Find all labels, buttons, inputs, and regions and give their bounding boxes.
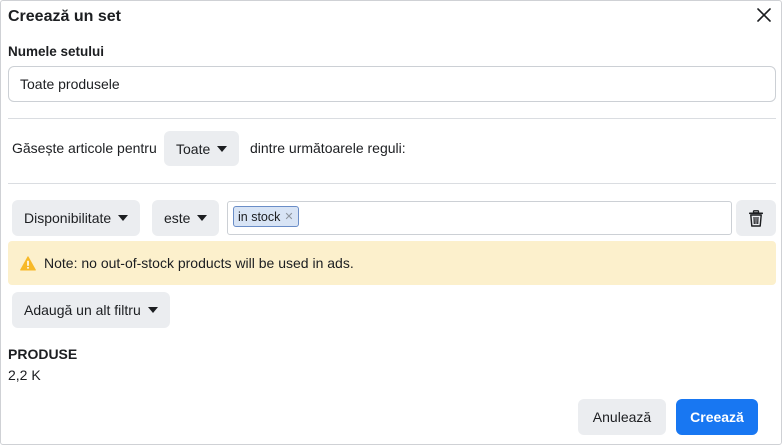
- filter-operator-dropdown[interactable]: este: [152, 200, 220, 236]
- create-set-dialog: Creează un set Numele setului Găsește ar…: [0, 0, 782, 445]
- products-count: 2,2 K: [8, 367, 41, 383]
- set-name-input[interactable]: [8, 66, 776, 102]
- filter-field-value: Disponibilitate: [24, 210, 112, 226]
- divider: [8, 118, 776, 119]
- set-name-label: Numele setului: [8, 44, 105, 59]
- tag-label: in stock: [238, 209, 281, 224]
- filter-operator-value: este: [164, 210, 191, 226]
- trash-icon: [749, 209, 763, 227]
- caret-down-icon: [217, 145, 228, 152]
- products-label: PRODUSE: [8, 346, 78, 362]
- note-text: Note: no out-of-stock products will be u…: [44, 255, 354, 271]
- add-filter-label: Adaugă un alt filtru: [24, 302, 141, 318]
- create-button[interactable]: Creează: [676, 399, 758, 435]
- caret-down-icon: [147, 307, 158, 313]
- rules-suffix-text: dintre următoarele reguli:: [250, 140, 406, 156]
- close-icon[interactable]: [755, 6, 773, 24]
- add-filter-button[interactable]: Adaugă un alt filtru: [12, 292, 170, 328]
- caret-down-icon: [197, 215, 208, 221]
- filter-value-tag: in stock ✕: [233, 206, 299, 227]
- cancel-button[interactable]: Anulează: [578, 399, 666, 435]
- divider: [8, 183, 776, 184]
- filter-field-dropdown[interactable]: Disponibilitate: [12, 200, 141, 236]
- filter-value-input[interactable]: in stock ✕: [227, 201, 732, 235]
- dialog-title: Creează un set: [8, 8, 121, 25]
- match-mode-dropdown[interactable]: Toate: [164, 131, 240, 166]
- warning-icon: [20, 255, 36, 270]
- delete-filter-button[interactable]: [736, 200, 776, 236]
- rules-prefix-text: Găsește articole pentru: [12, 140, 157, 156]
- caret-down-icon: [118, 215, 129, 221]
- remove-tag-icon[interactable]: ✕: [284, 210, 293, 223]
- match-mode-value: Toate: [176, 140, 211, 157]
- stock-note-banner: Note: no out-of-stock products will be u…: [8, 241, 776, 285]
